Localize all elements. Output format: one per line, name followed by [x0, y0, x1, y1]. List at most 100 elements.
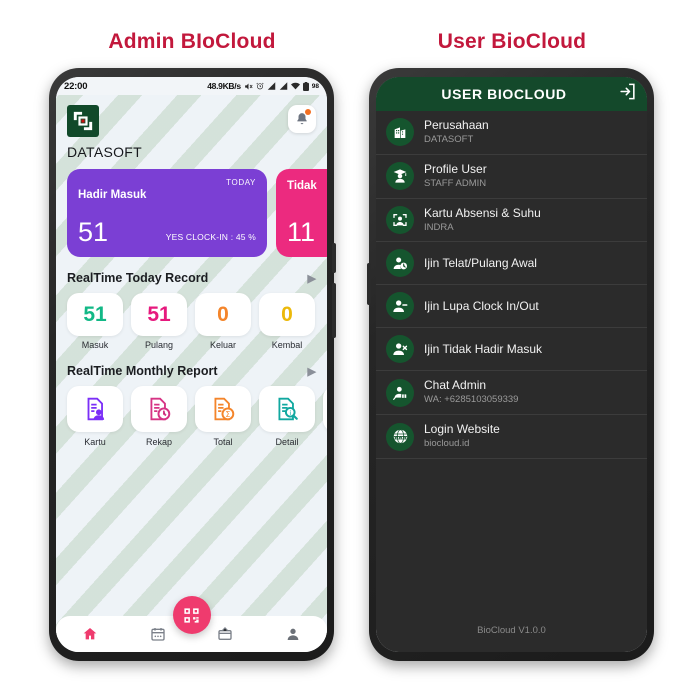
stat-value: 51	[147, 302, 171, 326]
person-icon	[287, 628, 299, 640]
report-rekap[interactable]: Rekap	[131, 386, 187, 447]
calendar-event-icon	[218, 627, 233, 640]
menu-item-title: Ijin Tidak Hadir Masuk	[424, 341, 543, 356]
phone-volume-button	[367, 263, 371, 305]
app-version: BioCloud V1.0.0	[477, 625, 546, 636]
nav-home[interactable]	[56, 626, 124, 642]
svg-text:Σ: Σ	[225, 410, 230, 419]
qr-scan-icon	[184, 607, 199, 623]
report-label: Kartu	[84, 437, 106, 447]
report-total[interactable]: Σ Total	[195, 386, 251, 447]
menu-item-title: Chat Admin	[424, 378, 487, 393]
company-name: DATASOFT	[67, 144, 142, 160]
status-network-speed: 48.9KB/s	[207, 81, 241, 91]
logout-icon	[620, 83, 635, 100]
menu-item-subtitle: biocloud.id	[424, 438, 470, 450]
report-label: Rekap	[145, 437, 172, 447]
monthly-report-items: Kartu Rekap Σ Total i Detail	[67, 386, 327, 447]
logout-button[interactable]	[618, 82, 637, 106]
report-label: Detail	[275, 437, 299, 447]
building-icon	[386, 118, 414, 147]
today-stats: 51 Masuk 51 Pulang 0 Keluar 0 Kembal	[67, 293, 316, 350]
document-sum-icon: Σ	[214, 397, 235, 421]
menu-item-kartu-absensi[interactable]: Kartu Absensi & Suhu INDRA	[376, 199, 647, 243]
nav-profile[interactable]	[259, 626, 327, 642]
calendar-icon	[150, 628, 165, 641]
card-title: Hadir Masuk	[78, 189, 147, 201]
admin-home-body: DATASOFT TODAY Hadir Masuk 51 YES CLOCK-…	[56, 95, 327, 652]
section-monthly-report: RealTime Monthly Report ▶	[67, 364, 316, 378]
menu-item-subtitle: WA: +6285103059339	[424, 394, 519, 406]
summary-cards: TODAY Hadir Masuk 51 YES CLOCK-IN : 45 %…	[67, 169, 327, 257]
card-period-label: TODAY	[226, 178, 256, 187]
document-person-icon	[87, 397, 105, 421]
menu-item-subtitle: STAFF ADMIN	[424, 177, 487, 189]
card-value: 51	[78, 217, 109, 247]
menu-item-title: Ijin Lupa Clock In/Out	[424, 298, 539, 313]
stat-label: Keluar	[209, 340, 236, 350]
section-title: RealTime Today Record	[67, 271, 209, 285]
stat-value: 0	[217, 302, 229, 326]
card-tidak-hadir[interactable]: Tidak 11	[276, 169, 327, 257]
report-label: Total	[213, 437, 233, 447]
menu-item-login-website[interactable]: www Login Website biocloud.id	[376, 415, 647, 460]
notification-button[interactable]	[288, 105, 316, 133]
status-time: 22:00	[64, 80, 88, 92]
stat-label: Masuk	[81, 340, 109, 350]
stat-pulang[interactable]: 51 Pulang	[131, 293, 187, 350]
caption-admin: Admin BIoCloud	[108, 30, 276, 53]
stat-keluar[interactable]: 0 Keluar	[195, 293, 251, 350]
menu-item-title: Kartu Absensi & Suhu	[424, 205, 541, 220]
play-arrow-icon[interactable]: ▶	[308, 272, 316, 285]
menu-item-ijin-lupa-clock[interactable]: Ijin Lupa Clock In/Out	[376, 285, 647, 329]
admin-phone-screen: 22:00 48.9KB/s 98 DATASOFT TODAY Hadir M…	[56, 77, 327, 652]
alarm-icon	[256, 82, 264, 90]
menu-item-title: Profile User	[424, 161, 487, 176]
report-export[interactable]: Expo	[323, 386, 327, 447]
admin-phone-frame: 22:00 48.9KB/s 98 DATASOFT TODAY Hadir M…	[49, 68, 336, 661]
mute-icon	[244, 82, 253, 91]
signal-icon	[279, 82, 288, 90]
phone-power-button	[332, 243, 336, 273]
screenshot-stage: Admin BIoCloud User BioCloud 22:00 48.9K…	[0, 0, 700, 700]
section-today-record: RealTime Today Record ▶	[67, 271, 316, 285]
user-header-title: USER BIOCLOUD	[441, 86, 567, 102]
home-icon	[83, 628, 97, 640]
wifi-icon	[290, 82, 300, 90]
menu-item-perusahaan[interactable]: Perusahaan DATASOFT	[376, 111, 647, 155]
user-menu-list: Perusahaan DATASOFT Profile User STAFF A…	[376, 111, 647, 460]
svg-text:www: www	[394, 436, 407, 441]
globe-www-icon: www	[386, 422, 414, 451]
user-phone-frame: USER BIOCLOUD Perusahaan DATASOFT Profil…	[367, 68, 654, 661]
report-label: Expo	[323, 437, 327, 447]
signal-icon	[267, 82, 276, 90]
chat-support-icon	[386, 378, 414, 407]
stat-masuk[interactable]: 51 Masuk	[67, 293, 123, 350]
qr-scan-fab[interactable]	[172, 596, 211, 634]
graduate-person-icon	[386, 162, 414, 191]
stat-label: Pulang	[144, 340, 174, 350]
face-scan-icon	[386, 206, 414, 235]
stat-value: 0	[281, 302, 293, 326]
menu-item-profile-user[interactable]: Profile User STAFF ADMIN	[376, 155, 647, 199]
phone-volume-button	[332, 283, 336, 338]
menu-item-title: Ijin Telat/Pulang Awal	[424, 255, 537, 270]
menu-item-subtitle: INDRA	[424, 221, 454, 233]
document-clock-icon	[150, 397, 171, 421]
user-header: USER BIOCLOUD	[376, 77, 647, 111]
stat-value: 51	[83, 302, 107, 326]
card-title: Tidak	[287, 180, 317, 192]
report-kartu[interactable]: Kartu	[67, 386, 123, 447]
report-detail[interactable]: i Detail	[259, 386, 315, 447]
person-clock-icon	[386, 249, 414, 278]
menu-item-chat-admin[interactable]: Chat Admin WA: +6285103059339	[376, 371, 647, 416]
menu-item-title: Perusahaan	[424, 118, 489, 132]
status-battery-percent: 98	[311, 82, 319, 90]
menu-item-ijin-telat[interactable]: Ijin Telat/Pulang Awal	[376, 242, 647, 286]
stat-kembali[interactable]: 0 Kembal	[259, 293, 315, 350]
card-value: 11	[287, 217, 316, 247]
menu-item-ijin-tidak-hadir[interactable]: Ijin Tidak Hadir Masuk	[376, 328, 647, 372]
datasoft-logo	[67, 105, 99, 137]
play-arrow-icon[interactable]: ▶	[308, 365, 316, 378]
card-hadir-masuk[interactable]: TODAY Hadir Masuk 51 YES CLOCK-IN : 45 %	[67, 169, 267, 257]
